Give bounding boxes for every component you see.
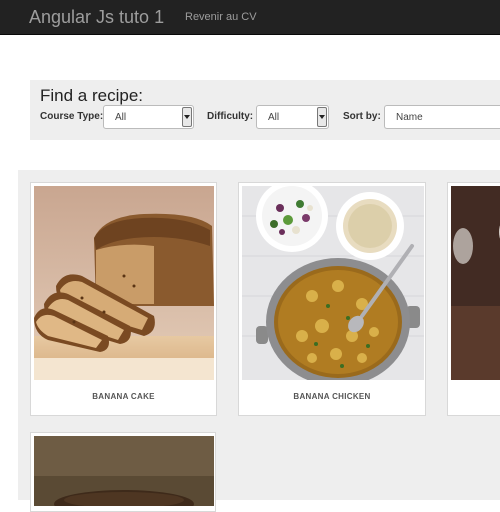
- recipe-photo[interactable]: [242, 186, 424, 380]
- chevron-down-icon[interactable]: [182, 107, 192, 127]
- recipe-card[interactable]: [447, 182, 500, 416]
- recipe-photo[interactable]: [34, 436, 214, 506]
- sort-by-select[interactable]: Name: [384, 105, 500, 129]
- search-title: Find a recipe:: [40, 86, 143, 105]
- recipe-photo[interactable]: [451, 186, 500, 380]
- difficulty-select[interactable]: All: [256, 105, 329, 129]
- sort-by-value: Name: [396, 112, 423, 123]
- difficulty-value: All: [268, 112, 280, 123]
- top-navbar: Angular Js tuto 1 Revenir au CV: [0, 0, 500, 35]
- recipe-search-panel: Find a recipe: Course Type: All Difficul…: [30, 80, 500, 140]
- course-type-label: Course Type:: [40, 111, 104, 122]
- course-type-select[interactable]: All: [103, 105, 194, 129]
- app-brand[interactable]: Angular Js tuto 1: [29, 7, 164, 28]
- sort-by-label: Sort by:: [343, 111, 381, 122]
- recipe-card[interactable]: [30, 432, 216, 512]
- recipe-name[interactable]: BANANA CAKE: [31, 392, 216, 401]
- course-type-value: All: [115, 112, 127, 123]
- recipe-photo[interactable]: [34, 186, 214, 380]
- recipe-card[interactable]: BANANA CAKE: [30, 182, 217, 416]
- recipe-card[interactable]: BANANA CHICKEN: [238, 182, 426, 416]
- recipe-name[interactable]: BANANA CHICKEN: [239, 392, 425, 401]
- chevron-down-icon[interactable]: [317, 107, 327, 127]
- back-to-cv-link[interactable]: Revenir au CV: [185, 11, 257, 23]
- difficulty-label: Difficulty:: [207, 111, 254, 122]
